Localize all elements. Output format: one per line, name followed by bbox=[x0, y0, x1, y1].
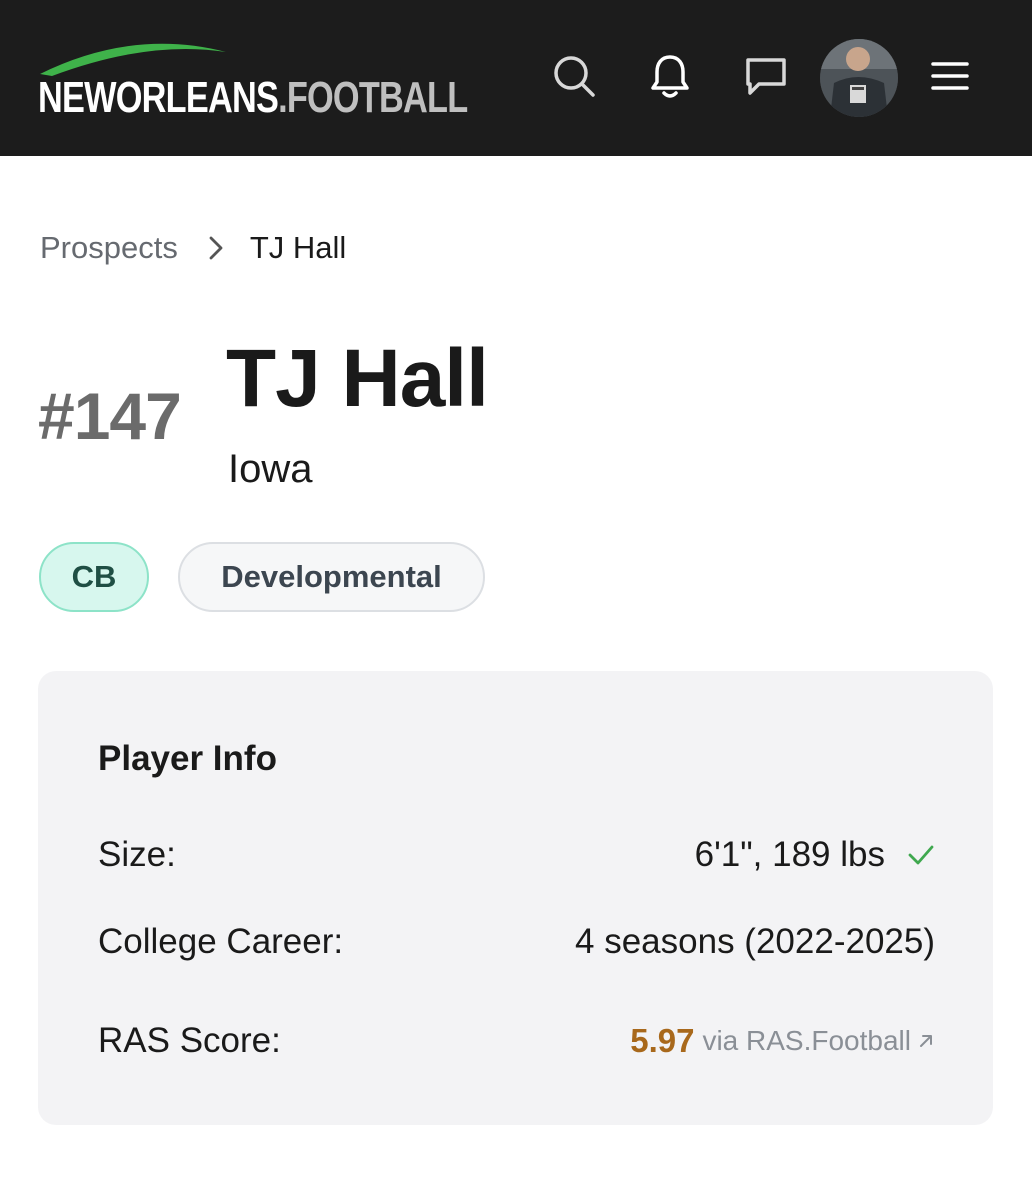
chevron-right-icon bbox=[208, 235, 224, 261]
ras-source-label: via RAS.Football bbox=[702, 1025, 911, 1056]
career-value: 4 seasons (2022-2025) bbox=[575, 922, 935, 961]
external-link-icon bbox=[917, 1032, 935, 1050]
size-value-wrap: 6'1", 189 lbs bbox=[695, 835, 935, 875]
search-icon[interactable] bbox=[550, 52, 598, 100]
size-label: Size: bbox=[98, 835, 176, 874]
player-info-card: Player Info Size: 6'1", 189 lbs College … bbox=[38, 671, 993, 1125]
player-school: Iowa bbox=[228, 447, 313, 491]
bell-icon[interactable] bbox=[646, 52, 694, 100]
breadcrumb-link-prospects[interactable]: Prospects bbox=[40, 230, 178, 266]
breadcrumb-current: TJ Hall bbox=[249, 230, 347, 265]
ras-label: RAS Score: bbox=[98, 1021, 281, 1060]
ras-source-link[interactable]: via RAS.Football bbox=[702, 1025, 935, 1057]
ras-value-wrap: 5.97 via RAS.Football bbox=[630, 1022, 935, 1060]
career-label: College Career: bbox=[98, 922, 344, 961]
ras-score: 5.97 bbox=[630, 1022, 695, 1059]
check-icon bbox=[907, 843, 935, 867]
info-row-ras: RAS Score: 5.97 via RAS.Football bbox=[98, 1019, 935, 1063]
top-nav-bar: NEWORLEANS.FOOTBALL bbox=[0, 0, 1032, 156]
logo-wordmark: NEWORLEANS.FOOTBALL bbox=[38, 73, 468, 122]
site-logo[interactable]: NEWORLEANS.FOOTBALL bbox=[38, 36, 468, 120]
avatar[interactable] bbox=[820, 39, 898, 117]
breadcrumb: Prospects TJ Hall bbox=[40, 228, 346, 268]
info-row-size: Size: 6'1", 189 lbs bbox=[98, 833, 935, 877]
position-badge[interactable]: CB bbox=[39, 542, 149, 612]
player-info-title: Player Info bbox=[98, 739, 277, 778]
page-title: TJ Hall bbox=[226, 333, 489, 424]
menu-icon[interactable] bbox=[926, 52, 974, 100]
info-row-career: College Career: 4 seasons (2022-2025) bbox=[98, 920, 935, 964]
chat-icon[interactable] bbox=[742, 52, 790, 100]
size-value: 6'1", 189 lbs bbox=[694, 835, 885, 874]
category-badge[interactable]: Developmental bbox=[178, 542, 485, 612]
prospect-rank: #147 bbox=[38, 379, 182, 453]
